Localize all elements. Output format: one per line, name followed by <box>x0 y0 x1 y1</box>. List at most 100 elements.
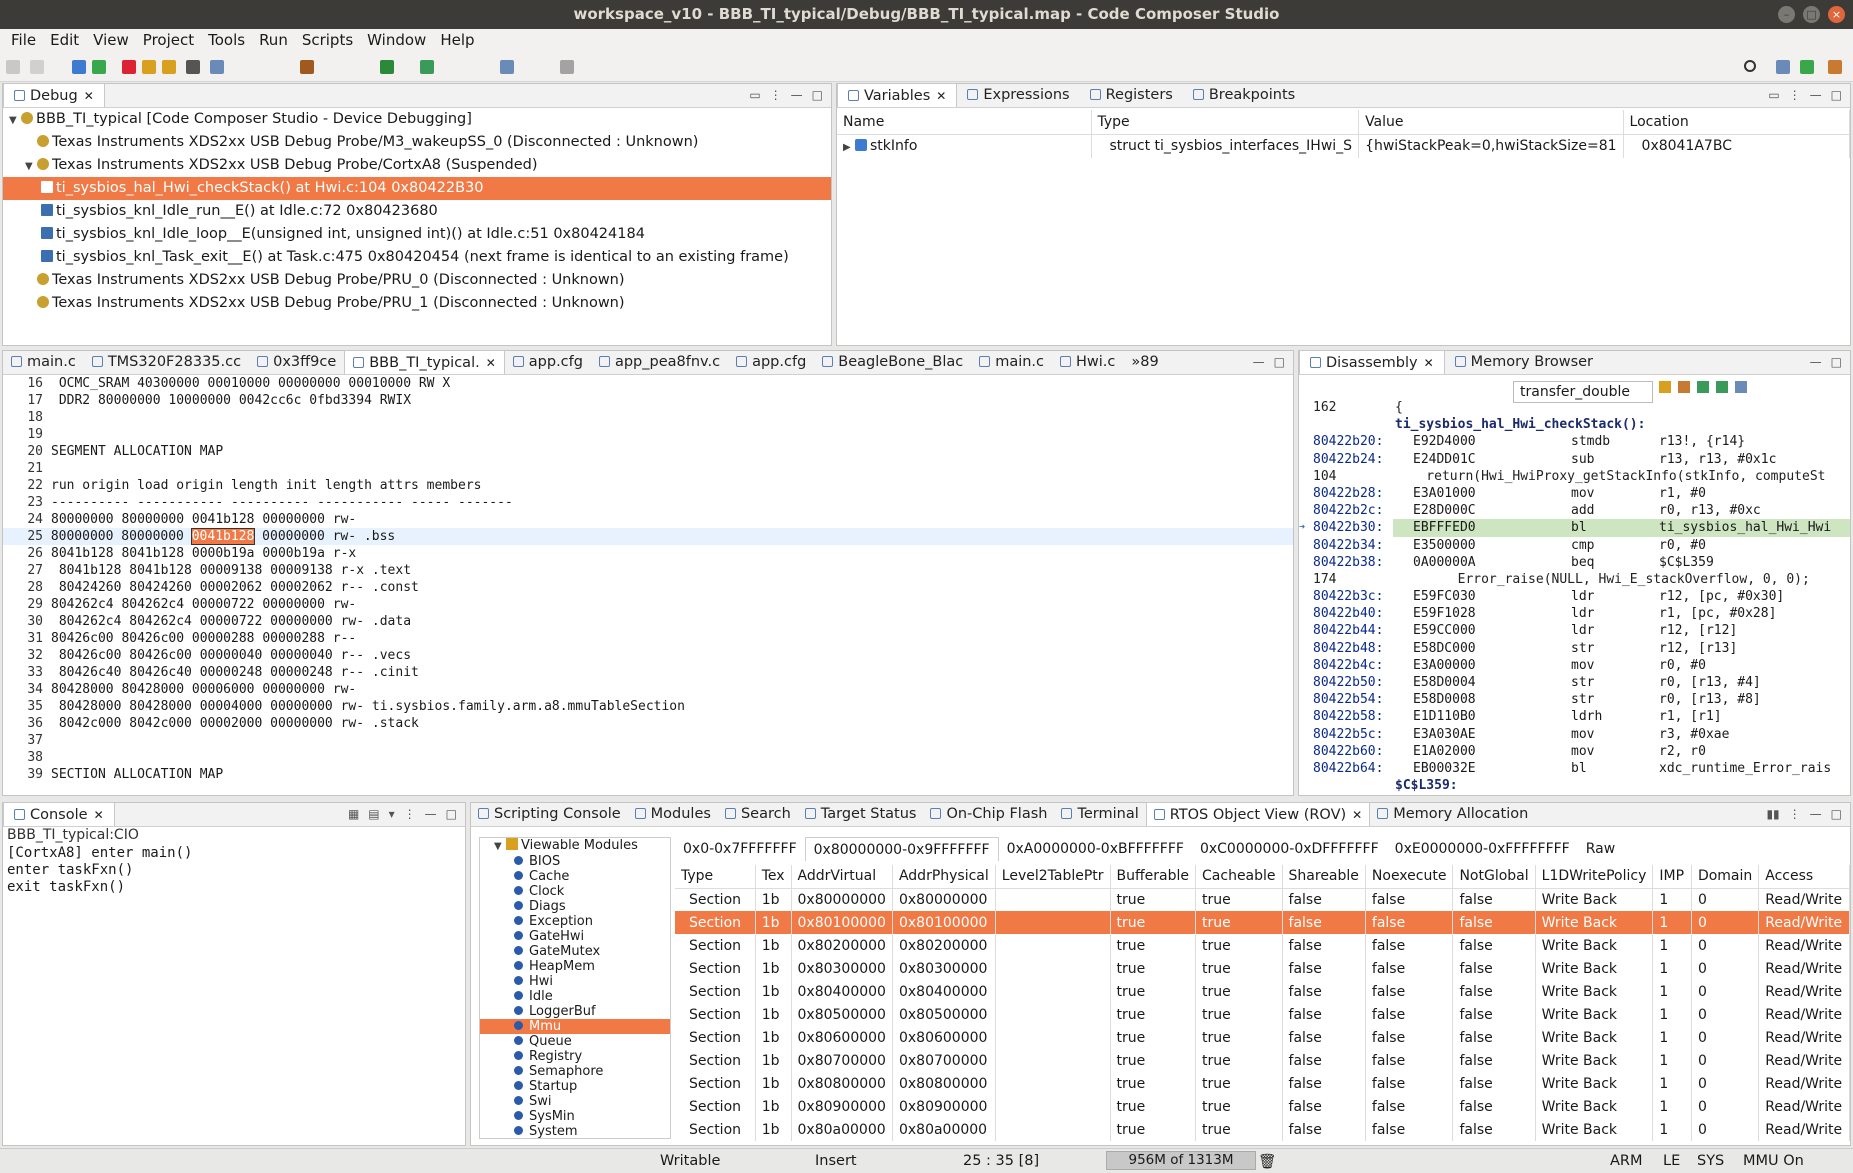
range-tab[interactable]: 0xC0000000-0xDFFFFFFF <box>1192 837 1387 861</box>
editor-tab[interactable]: app_pea8fnv.c <box>591 350 728 374</box>
rov-col-header[interactable]: AddrPhysical <box>892 865 996 888</box>
editor-tab[interactable]: 0x3ff9ce <box>249 350 344 374</box>
editor-tab[interactable]: app.cfg <box>728 350 814 374</box>
minimize-icon[interactable]: — <box>1810 355 1822 369</box>
perspective-debug-icon[interactable] <box>1776 60 1790 74</box>
collapse-icon[interactable]: ▼ <box>494 839 506 855</box>
module-item[interactable]: Queue <box>480 1034 670 1049</box>
range-tab[interactable]: 0xA0000000-0xBFFFFFFF <box>999 837 1192 861</box>
editor-tab[interactable]: Hwi.c <box>1052 350 1123 374</box>
table-row[interactable]: Section 1b 0x80400000 0x80400000 true true fal… <box>675 980 1850 1003</box>
col-location[interactable]: Location <box>1623 110 1851 134</box>
module-item[interactable]: Swi <box>480 1094 670 1109</box>
editor-tab[interactable]: app.cfg <box>505 350 591 374</box>
rov-col-header[interactable]: Noexecute <box>1365 865 1454 888</box>
module-item[interactable]: Mmu <box>480 1019 670 1034</box>
tree-root[interactable]: ▼ Viewable Modules <box>480 838 670 854</box>
module-item[interactable]: GateHwi <box>480 929 670 944</box>
table-row[interactable]: Section 1b 0x80900000 0x80900000 true true fal… <box>675 1095 1850 1118</box>
gc-icon[interactable]: 🗑 <box>1258 1153 1276 1170</box>
table-row[interactable]: Section 1b 0x80a00000 0x80a00000 true true fal… <box>675 1118 1850 1141</box>
module-item[interactable]: Startup <box>480 1079 670 1094</box>
rov-col-header[interactable]: Cacheable <box>1195 865 1283 888</box>
collapse-icon[interactable]: ▼ <box>25 155 37 178</box>
debug-tree-item[interactable]: ti_sysbios_hal_Hwi_checkStack() at Hwi.c… <box>3 177 831 200</box>
tab-console[interactable]: Console ✕ <box>3 802 115 826</box>
minimize-icon[interactable]: — <box>1253 355 1265 369</box>
debug-tree-item[interactable]: ti_sysbios_knl_Idle_loop__E(unsigned int… <box>3 223 831 246</box>
debug-tree-item[interactable]: ti_sysbios_knl_Task_exit__E() at Task.c:… <box>3 246 831 269</box>
module-item[interactable]: Semaphore <box>480 1064 670 1079</box>
run-icon[interactable] <box>380 60 394 74</box>
minimize-icon[interactable]: — <box>425 807 437 821</box>
rov-col-header[interactable]: L1DWritePolicy <box>1535 865 1654 888</box>
close-icon[interactable]: ✕ <box>1352 808 1362 822</box>
tab-registers[interactable]: Registers <box>1080 83 1183 107</box>
module-item[interactable]: HeapMem <box>480 959 670 974</box>
debug-tree-item[interactable]: Texas Instruments XDS2xx USB Debug Probe… <box>3 269 831 292</box>
close-icon[interactable]: ✕ <box>84 89 94 103</box>
editor-content[interactable]: 16 OCMC_SRAM 40300000 00010000 00000000 … <box>3 375 1293 795</box>
table-row[interactable]: Section 1b 0x80700000 0x80700000 true true fal… <box>675 1049 1850 1072</box>
close-window-icon[interactable]: × <box>1828 6 1845 23</box>
menu-edit[interactable]: Edit <box>43 29 86 52</box>
table-row[interactable]: Section 1b 0x80100000 0x80100000 true true fal… <box>675 911 1850 934</box>
menu-run[interactable]: Run <box>252 29 295 52</box>
console-output[interactable]: BBB_TI_typical:CIO [CortxA8] enter main(… <box>3 827 465 1145</box>
module-item[interactable]: Clock <box>480 884 670 899</box>
module-item[interactable]: Exception <box>480 914 670 929</box>
toolbar-icon[interactable]: ▮▮ <box>1766 807 1779 821</box>
tab-variables[interactable]: Variables ✕ <box>837 83 958 107</box>
maximize-icon[interactable]: □ <box>1831 355 1842 369</box>
editor-tab[interactable]: »89 <box>1123 350 1166 374</box>
debug-tree-item[interactable]: ▼ Texas Instruments XDS2xx USB Debug Prob… <box>3 154 831 177</box>
tab-breakpoints[interactable]: Breakpoints <box>1183 83 1305 107</box>
table-row[interactable]: Section 1b 0x80600000 0x80600000 true true fal… <box>675 1026 1850 1049</box>
collapse-icon[interactable]: ▼ <box>9 109 21 132</box>
pin-icon[interactable] <box>1735 381 1747 393</box>
range-tab[interactable]: 0xE0000000-0xFFFFFFFF <box>1387 837 1578 861</box>
terminate-icon[interactable] <box>122 60 136 74</box>
variable-row[interactable]: ▶ stkInfo struct ti_sysbios_interfaces_IH… <box>837 134 1851 158</box>
minimize-icon[interactable]: — <box>1810 807 1822 821</box>
step-into-icon[interactable] <box>162 60 176 74</box>
maximize-window-icon[interactable]: □ <box>1803 6 1820 23</box>
module-item[interactable]: Hwi <box>480 974 670 989</box>
tab-search[interactable]: Search <box>718 802 798 826</box>
col-name[interactable]: Name <box>837 110 1092 134</box>
col-type[interactable]: Type <box>1091 110 1360 134</box>
rov-col-header[interactable]: IMP <box>1652 865 1692 888</box>
rov-col-header[interactable]: Tex <box>755 865 792 888</box>
range-tab[interactable]: Raw <box>1578 837 1623 861</box>
module-item[interactable]: Cache <box>480 869 670 884</box>
goto-pc-icon[interactable] <box>1659 381 1671 393</box>
link-icon[interactable] <box>1678 381 1690 393</box>
close-icon[interactable]: ✕ <box>936 89 946 103</box>
menu-help[interactable]: Help <box>433 29 481 52</box>
module-item[interactable]: LoggerBuf <box>480 1004 670 1019</box>
rov-col-header[interactable]: Access <box>1758 865 1850 888</box>
tab-scripting-console[interactable]: Scripting Console <box>471 802 628 826</box>
perspective-icon[interactable] <box>1828 60 1842 74</box>
view-menu-icon[interactable]: ⋮ <box>1789 88 1801 102</box>
rov-col-header[interactable]: Type <box>675 865 756 888</box>
save-icon[interactable] <box>30 60 44 74</box>
table-row[interactable]: Section 1b 0x80300000 0x80300000 true true fal… <box>675 957 1850 980</box>
menu-project[interactable]: Project <box>136 29 201 52</box>
search-icon[interactable] <box>1744 60 1756 72</box>
menu-scripts[interactable]: Scripts <box>295 29 360 52</box>
display-console-icon[interactable]: ▾ <box>389 807 395 821</box>
view-menu-icon[interactable]: ⋮ <box>770 88 782 102</box>
tab-disassembly[interactable]: Disassembly ✕ <box>1299 350 1445 374</box>
module-item[interactable]: Idle <box>480 989 670 1004</box>
collapse-all-icon[interactable]: ▭ <box>1768 88 1779 102</box>
disasm-content[interactable]: 162{ti_sysbios_hal_Hwi_checkStack(): 8042… <box>1299 399 1850 795</box>
tab-rtos-object-view-rov-[interactable]: RTOS Object View (ROV) ✕ <box>1145 802 1371 826</box>
table-row[interactable]: Section 1b 0x80800000 0x80800000 true true fal… <box>675 1072 1850 1095</box>
module-item[interactable]: GateMutex <box>480 944 670 959</box>
maximize-icon[interactable]: □ <box>1831 807 1842 821</box>
table-row[interactable]: Section 1b 0x80500000 0x80500000 true true fal… <box>675 1003 1850 1026</box>
search-toolbar-icon[interactable] <box>500 60 514 74</box>
var-value[interactable]: {hwiStackPeak=0,hwiStackSize=81 <box>1358 134 1624 158</box>
rov-col-header[interactable]: NotGlobal <box>1452 865 1536 888</box>
